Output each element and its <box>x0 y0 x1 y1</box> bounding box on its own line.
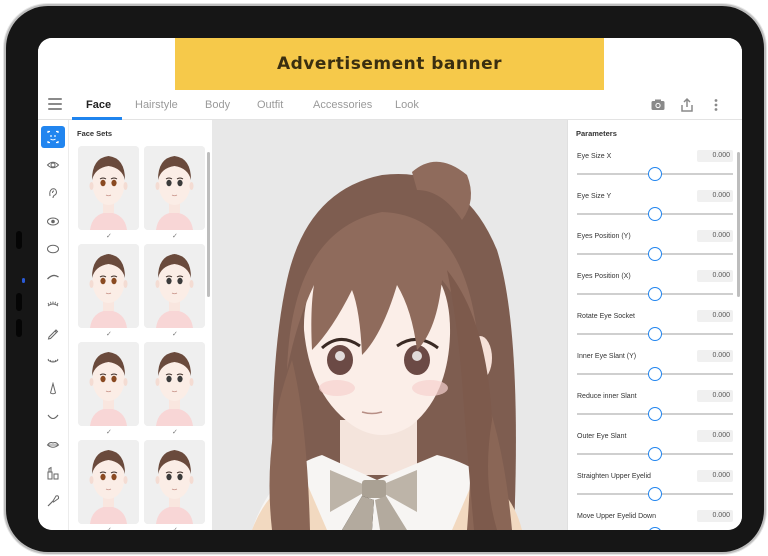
face-outline-icon[interactable] <box>41 238 65 260</box>
parameter-row: Eyes Position (X) 0.000 <box>577 270 733 313</box>
selected-check-icon: ✓ <box>172 331 178 338</box>
parameter-row: Inner Eye Slant (Y) 0.000 <box>577 350 733 393</box>
face-sets-icon[interactable] <box>41 126 65 148</box>
tablet-frame: Advertisement banner Face Hairstyle Body… <box>6 6 764 552</box>
parameter-label: Outer Eye Slant <box>577 433 627 440</box>
parameter-slider-thumb[interactable] <box>648 167 662 181</box>
face-set-thumbnail[interactable] <box>78 146 139 230</box>
parameter-slider-thumb[interactable] <box>648 447 662 461</box>
parameter-value-field[interactable]: 0.000 <box>697 510 733 522</box>
tab-face[interactable]: Face <box>86 90 111 120</box>
face-set-thumbnail[interactable] <box>144 342 205 426</box>
parameter-label: Eyes Position (X) <box>577 273 631 280</box>
volume-button <box>16 231 22 249</box>
menu-icon[interactable] <box>48 98 62 110</box>
parameter-row: Outer Eye Slant 0.000 <box>577 430 733 473</box>
parameter-label: Eyes Position (Y) <box>577 233 631 240</box>
parameter-row: Reduce inner Slant 0.000 <box>577 390 733 433</box>
nose-icon[interactable] <box>41 378 65 400</box>
face-sets-title: Face Sets <box>77 129 113 138</box>
tab-look[interactable]: Look <box>395 90 419 120</box>
parameter-label: Straighten Upper Eyelid <box>577 473 651 480</box>
selected-check-icon: ✓ <box>106 429 112 436</box>
volume-button <box>16 293 22 311</box>
selected-check-icon: ✓ <box>106 526 112 530</box>
ad-banner[interactable]: Advertisement banner <box>175 38 604 90</box>
parameter-label: Eye Size Y <box>577 193 612 200</box>
ad-row: Advertisement banner <box>38 38 742 90</box>
parameter-value-field[interactable]: 0.000 <box>697 270 733 282</box>
parameter-slider-thumb[interactable] <box>648 367 662 381</box>
parameter-label: Eye Size X <box>577 153 612 160</box>
eyelash-icon[interactable] <box>41 294 65 316</box>
parameter-slider-thumb[interactable] <box>648 207 662 221</box>
mouth-icon[interactable] <box>41 406 65 428</box>
face-set-thumbnail[interactable] <box>78 440 139 524</box>
face-sets-panel: Face Sets ✓ ✓ ✓ ✓ ✓ ✓ ✓ ✓ <box>69 120 212 530</box>
parameter-row: Move Upper Eyelid Down 0.000 <box>577 510 733 530</box>
parameter-slider-thumb[interactable] <box>648 247 662 261</box>
category-rail <box>38 120 69 530</box>
face-set-thumbnail[interactable] <box>78 342 139 426</box>
parameter-value-field[interactable]: 0.000 <box>697 230 733 242</box>
parameter-label: Rotate Eye Socket <box>577 313 635 320</box>
parameter-slider-thumb[interactable] <box>648 487 662 501</box>
parameter-row: Eye Size X 0.000 <box>577 150 733 193</box>
face-set-thumbnail[interactable] <box>78 244 139 328</box>
parameters-title: Parameters <box>576 129 617 138</box>
pen-icon[interactable] <box>41 322 65 344</box>
tab-hairstyle[interactable]: Hairstyle <box>135 90 178 120</box>
tab-bar: Face Hairstyle Body Outfit Accessories L… <box>38 90 742 120</box>
parameter-value-field[interactable]: 0.000 <box>697 390 733 402</box>
parameter-label: Move Upper Eyelid Down <box>577 513 656 520</box>
tab-body[interactable]: Body <box>205 90 230 120</box>
tab-outfit[interactable]: Outfit <box>257 90 283 120</box>
face-set-thumbnail[interactable] <box>144 146 205 230</box>
face-set-thumbnail[interactable] <box>144 244 205 328</box>
lower-lash-icon[interactable] <box>41 350 65 372</box>
parameter-value-field[interactable]: 0.000 <box>697 310 733 322</box>
lips-icon[interactable] <box>41 434 65 456</box>
makeup-icon[interactable] <box>41 462 65 484</box>
parameter-value-field[interactable]: 0.000 <box>697 150 733 162</box>
more-vertical-icon[interactable] <box>708 97 724 113</box>
selected-check-icon: ✓ <box>106 331 112 338</box>
selected-check-icon: ✓ <box>172 429 178 436</box>
brush-icon[interactable] <box>41 490 65 512</box>
eyebrow-icon[interactable] <box>41 266 65 288</box>
face-sets-scrollbar[interactable] <box>207 152 210 297</box>
selected-check-icon: ✓ <box>172 233 178 240</box>
ear-icon[interactable] <box>41 182 65 204</box>
power-button <box>16 319 22 337</box>
parameters-scrollbar[interactable] <box>737 152 740 297</box>
parameter-slider-thumb[interactable] <box>648 527 662 530</box>
parameter-row: Eye Size Y 0.000 <box>577 190 733 233</box>
parameter-row: Rotate Eye Socket 0.000 <box>577 310 733 353</box>
face-set-thumbnail[interactable] <box>144 440 205 524</box>
parameter-slider-thumb[interactable] <box>648 407 662 421</box>
tab-accessories[interactable]: Accessories <box>313 90 372 120</box>
camera-indicator <box>22 278 25 283</box>
parameter-row: Eyes Position (Y) 0.000 <box>577 230 733 273</box>
app-screen: Advertisement banner Face Hairstyle Body… <box>38 38 742 530</box>
eye-shape-icon[interactable] <box>41 210 65 232</box>
parameter-value-field[interactable]: 0.000 <box>697 350 733 362</box>
parameters-panel: Parameters Eye Size X 0.000 Eye Size Y 0.00… <box>567 120 742 530</box>
parameter-value-field[interactable]: 0.000 <box>697 430 733 442</box>
camera-icon[interactable] <box>650 97 666 113</box>
eye-icon[interactable] <box>41 154 65 176</box>
parameter-slider-thumb[interactable] <box>648 287 662 301</box>
selected-check-icon: ✓ <box>172 526 178 530</box>
parameter-value-field[interactable]: 0.000 <box>697 190 733 202</box>
selected-check-icon: ✓ <box>106 233 112 240</box>
parameter-row: Straighten Upper Eyelid 0.000 <box>577 470 733 513</box>
character-render <box>252 161 522 530</box>
parameter-value-field[interactable]: 0.000 <box>697 470 733 482</box>
character-viewport[interactable] <box>212 120 567 530</box>
share-icon[interactable] <box>679 97 695 113</box>
parameter-label: Inner Eye Slant (Y) <box>577 353 637 360</box>
parameter-slider-thumb[interactable] <box>648 327 662 341</box>
parameter-label: Reduce inner Slant <box>577 393 637 400</box>
